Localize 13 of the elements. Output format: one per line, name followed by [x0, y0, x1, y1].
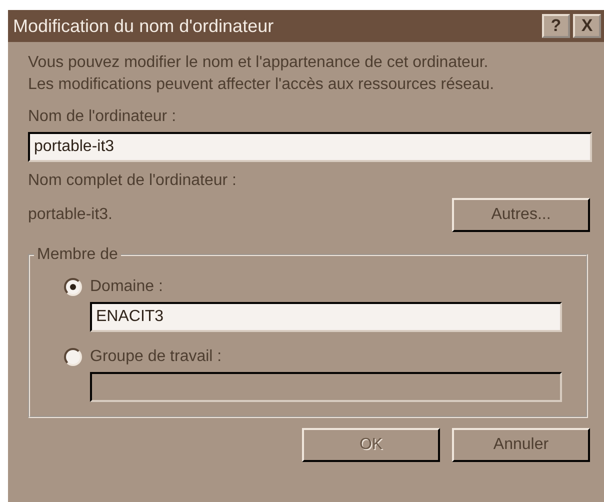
help-button[interactable]: ?: [542, 14, 570, 38]
description-text: Vous pouvez modifier le nom et l'appartenance de cet ordinateur. Les modifications peuvent affecter l'accès aux ressources réseau.: [28, 53, 496, 95]
full-name-text: portable-it3.: [28, 205, 112, 225]
computer-name-field[interactable]: portable-it3: [28, 132, 592, 162]
cancel-button[interactable]: Annuler: [452, 428, 590, 462]
more-button[interactable]: Autres...: [452, 198, 590, 232]
radio-button[interactable]: [64, 278, 82, 296]
field-label: Nom complet de l'ordinateur :: [28, 171, 238, 191]
window-title: Modification du nom d'ordinateur: [13, 16, 275, 36]
field-label: Nom de l'ordinateur :: [28, 107, 178, 127]
radio-label[interactable]: Domaine :: [90, 276, 163, 298]
close-button[interactable]: X: [573, 14, 601, 38]
domain-field[interactable]: ENACIT3: [90, 302, 562, 332]
